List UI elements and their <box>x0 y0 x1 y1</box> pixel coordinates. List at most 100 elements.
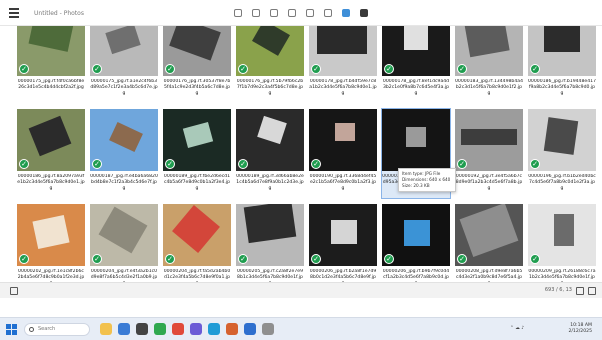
file-name: 00000178_jpg.rf.b4df59e7c8a1b2c3d4e5f6a7… <box>309 79 377 96</box>
file-tile[interactable]: ✓ 00000190_jpg.rf.3368d4ef45e2c1b5a6f7e8… <box>309 109 377 198</box>
file-tile[interactable]: ✓ 00000178_jpg.rf.8ef1dc9a4d3b2c1e0f9a8b… <box>382 26 450 103</box>
file-name: 00000175_jpg.rf.f4f0ca6bf8e26c3d1e5c4b4d… <box>17 79 85 90</box>
thumbnail-image: ✓ <box>236 109 304 171</box>
file-tile[interactable]: ✓ 00000189_jpg.rf.3d66ab8e2e1c4b5a6d7e8f… <box>236 109 304 198</box>
zoom-icon[interactable] <box>268 5 280 21</box>
checkmark-icon: ✓ <box>384 64 394 74</box>
file-name: 00000206_jpg.rf.b9b7f9c0d4cf1a2b3c4d5e6f… <box>382 269 450 282</box>
file-explorer-icon[interactable] <box>100 323 112 335</box>
checkmark-icon: ✓ <box>530 254 540 264</box>
file-tile[interactable]: ✓ 00000204_jpg.rf.e4f3a2b1c0d9e8f7a6b5c4… <box>90 204 158 282</box>
file-name: 00000208_jpg.rf.d9e8f7a6b5c4d3e2f1a0b9c8… <box>455 269 523 282</box>
share-icon[interactable] <box>340 5 352 21</box>
file-name: 00000176_jpg.rf.5b79fb6c2b7f1b7d9e2c3a4f… <box>236 79 304 96</box>
file-tile[interactable]: ✓ 00000192_jpg.rf.3e4f5a6b7c8d9e0f1a2b3c… <box>455 109 523 198</box>
checkmark-icon: ✓ <box>238 159 248 169</box>
file-tile[interactable]: ✓ 00000175_jpg.rf.f4f0ca6bf8e26c3d1e5c4b… <box>17 26 85 103</box>
search-icon <box>29 327 34 332</box>
thumbnail-image: ✓ <box>382 204 450 266</box>
thumbnail-image: ✓ <box>528 26 596 76</box>
file-name: 00000209_jpg.rf.26188c6c7a1b2c3d4e5f6a7b… <box>528 269 596 282</box>
folder-icon[interactable] <box>322 5 334 21</box>
settings-icon[interactable] <box>262 323 274 335</box>
filter-icon[interactable] <box>286 5 298 21</box>
terminal-icon[interactable] <box>136 323 148 335</box>
thumbnail-image: ✓ <box>455 109 523 171</box>
clock[interactable]: 10:18 AM 2/12/2025 <box>568 323 592 335</box>
checkmark-icon: ✓ <box>457 64 467 74</box>
checkmark-icon: ✓ <box>311 64 321 74</box>
thumbnail-image: ✓ <box>17 109 85 171</box>
menu-icon[interactable] <box>7 5 21 21</box>
checkmark-icon: ✓ <box>19 159 29 169</box>
thumbnail-image: ✓ <box>455 204 523 266</box>
rotate-icon[interactable] <box>250 5 262 21</box>
view-icon[interactable] <box>10 287 18 295</box>
file-name: 00000205_jpg.rf.c2a8f2e7e98b1c3d4e5f6a7b… <box>236 269 304 282</box>
checkmark-icon: ✓ <box>92 159 102 169</box>
file-tile[interactable]: ✓ 00000206_jpg.rf.b9b7f9c0d4cf1a2b3c4d5e… <box>382 204 450 282</box>
thumbnail-image: ✓ <box>163 26 231 76</box>
title-bar: Untitled - Photos <box>0 0 602 26</box>
file-name: 00000186_jpg.rf.b19448e417f9a8b2c3d4e5f6… <box>528 79 596 96</box>
file-name: 00000190_jpg.rf.3368d4ef45e2c1b5a6f7e8d9… <box>309 174 377 191</box>
file-name: 00000189_jpg.rf.fbe2d6ecd1c4b5a6f7e8d9c0… <box>163 174 231 191</box>
file-tile[interactable]: ✓ 00000196_jpg.rf.b1b2ed40bc7c4d5e6f7a8b… <box>528 109 596 198</box>
file-name: 00000204_jpg.rf.fa5d2ab4b0d1c2e3f4a5b6c7… <box>163 269 231 282</box>
checkmark-icon: ✓ <box>238 64 248 74</box>
app-icon[interactable] <box>190 323 202 335</box>
app-icon[interactable] <box>226 323 238 335</box>
file-name: 00000183_jpg.rf.134498b4a4b2c3d1e5f6a7b8… <box>455 79 523 96</box>
status-bar: 693 / 6, 13 <box>0 282 602 298</box>
thumbnail-image: ✓ <box>382 26 450 76</box>
file-tile[interactable]: ✓ 00000206_jpg.rf.b2a8f1e7d98b0c1d2e3f4a… <box>309 204 377 282</box>
file-tile[interactable]: ✓ 00000175_jpg.rf.a1e2c4f6b3d89a5e7c1f2e… <box>90 26 158 103</box>
checkmark-icon: ✓ <box>311 254 321 264</box>
file-tile[interactable]: ✓ 00000202_jpg.rf.1e1c8f2b6c2b4a5e6f7d8c… <box>17 204 85 282</box>
tray-icons[interactable]: ⌃ ☁ ♪ <box>510 326 524 331</box>
file-name: 00000206_jpg.rf.b2a8f1e7d98b0c1d2e3f4a5b… <box>309 269 377 282</box>
file-tile[interactable]: ✓ 00000204_jpg.rf.fa5d2ab4b0d1c2e3f4a5b6… <box>163 204 231 282</box>
taskbar-search[interactable]: Search <box>24 323 90 336</box>
list-view-icon[interactable] <box>588 287 596 295</box>
checkmark-icon: ✓ <box>238 254 248 264</box>
thumbnail-grid: ✓ 00000175_jpg.rf.f4f0ca6bf8e26c3d1e5c4b… <box>17 26 602 282</box>
crop-icon[interactable] <box>232 5 244 21</box>
file-tile[interactable]: ✓ 00000189_jpg.rf.fbe2d6ecd1c4b5a6f7e8d9… <box>163 109 231 198</box>
file-tile[interactable]: ✓ 00000183_jpg.rf.134498b4a4b2c3d1e5f6a7… <box>455 26 523 103</box>
thumbnail-image: ✓ <box>90 204 158 266</box>
photos-icon[interactable] <box>244 323 256 335</box>
file-tile[interactable]: ✓ 00000205_jpg.rf.c2a8f2e7e98b1c3d4e5f6a… <box>236 204 304 282</box>
clock-date: 2/12/2025 <box>568 329 592 334</box>
start-icon[interactable] <box>6 324 17 335</box>
file-tile[interactable]: ✓ 00000186_jpg.rf.8a2097a93fe1b2c3d4e5f6… <box>17 109 85 198</box>
checkmark-icon: ✓ <box>165 64 175 74</box>
checkmark-icon: ✓ <box>311 159 321 169</box>
checkmark-icon: ✓ <box>165 159 175 169</box>
edge-icon[interactable] <box>118 323 130 335</box>
thumbnail-image: ✓ <box>236 204 304 266</box>
file-info-tooltip: Item type: JPG File Dimensions: 640 x 64… <box>398 168 456 192</box>
more-icon[interactable] <box>358 5 370 21</box>
file-tile[interactable]: ✓ 00000187_jpg.rf.e4ba6a6820bd4b8e7c1f2a… <box>90 109 158 198</box>
file-tile[interactable]: ✓ 00000208_jpg.rf.d9e8f7a6b5c4d3e2f1a0b9… <box>455 204 523 282</box>
grid-view-icon[interactable] <box>576 287 584 295</box>
checkmark-icon: ✓ <box>457 159 467 169</box>
file-tile[interactable]: ✓ 00000178_jpg.rf.b4df59e7c8a1b2c3d4e5f6… <box>309 26 377 103</box>
file-tile[interactable]: ✓ 00000176_jpg.rf.5b79fb6c2b7f1b7d9e2c3a… <box>236 26 304 103</box>
thumbnail-image <box>382 109 450 171</box>
tooltip-size: Size: 20.3 KB <box>402 183 430 188</box>
file-name: 00000175_jpg.rf.a1e2c4f6b3d89a5e7c1f2e3a… <box>90 79 158 96</box>
file-name: 00000204_jpg.rf.e4f3a2b1c0d9e8f7a6b5c4d3… <box>90 269 158 282</box>
checkmark-icon: ✓ <box>457 254 467 264</box>
file-tile[interactable]: ✓ 00000176_jpg.rf.30537f8e7b5f4a1c9e2d3f… <box>163 26 231 103</box>
thumbnail-image: ✓ <box>528 204 596 266</box>
app-icon[interactable] <box>154 323 166 335</box>
file-name: 00000189_jpg.rf.3d66ab8e2e1c4b5a6d7e8f9a… <box>236 174 304 191</box>
chrome-icon[interactable] <box>172 323 184 335</box>
thumbnail-image: ✓ <box>163 204 231 266</box>
file-tile[interactable]: ✓ 00000186_jpg.rf.b19448e417f9a8b2c3d4e5… <box>528 26 596 103</box>
mail-icon[interactable] <box>208 323 220 335</box>
file-tile[interactable]: ✓ 00000209_jpg.rf.26188c6c7a1b2c3d4e5f6a… <box>528 204 596 282</box>
info-icon[interactable] <box>304 5 316 21</box>
